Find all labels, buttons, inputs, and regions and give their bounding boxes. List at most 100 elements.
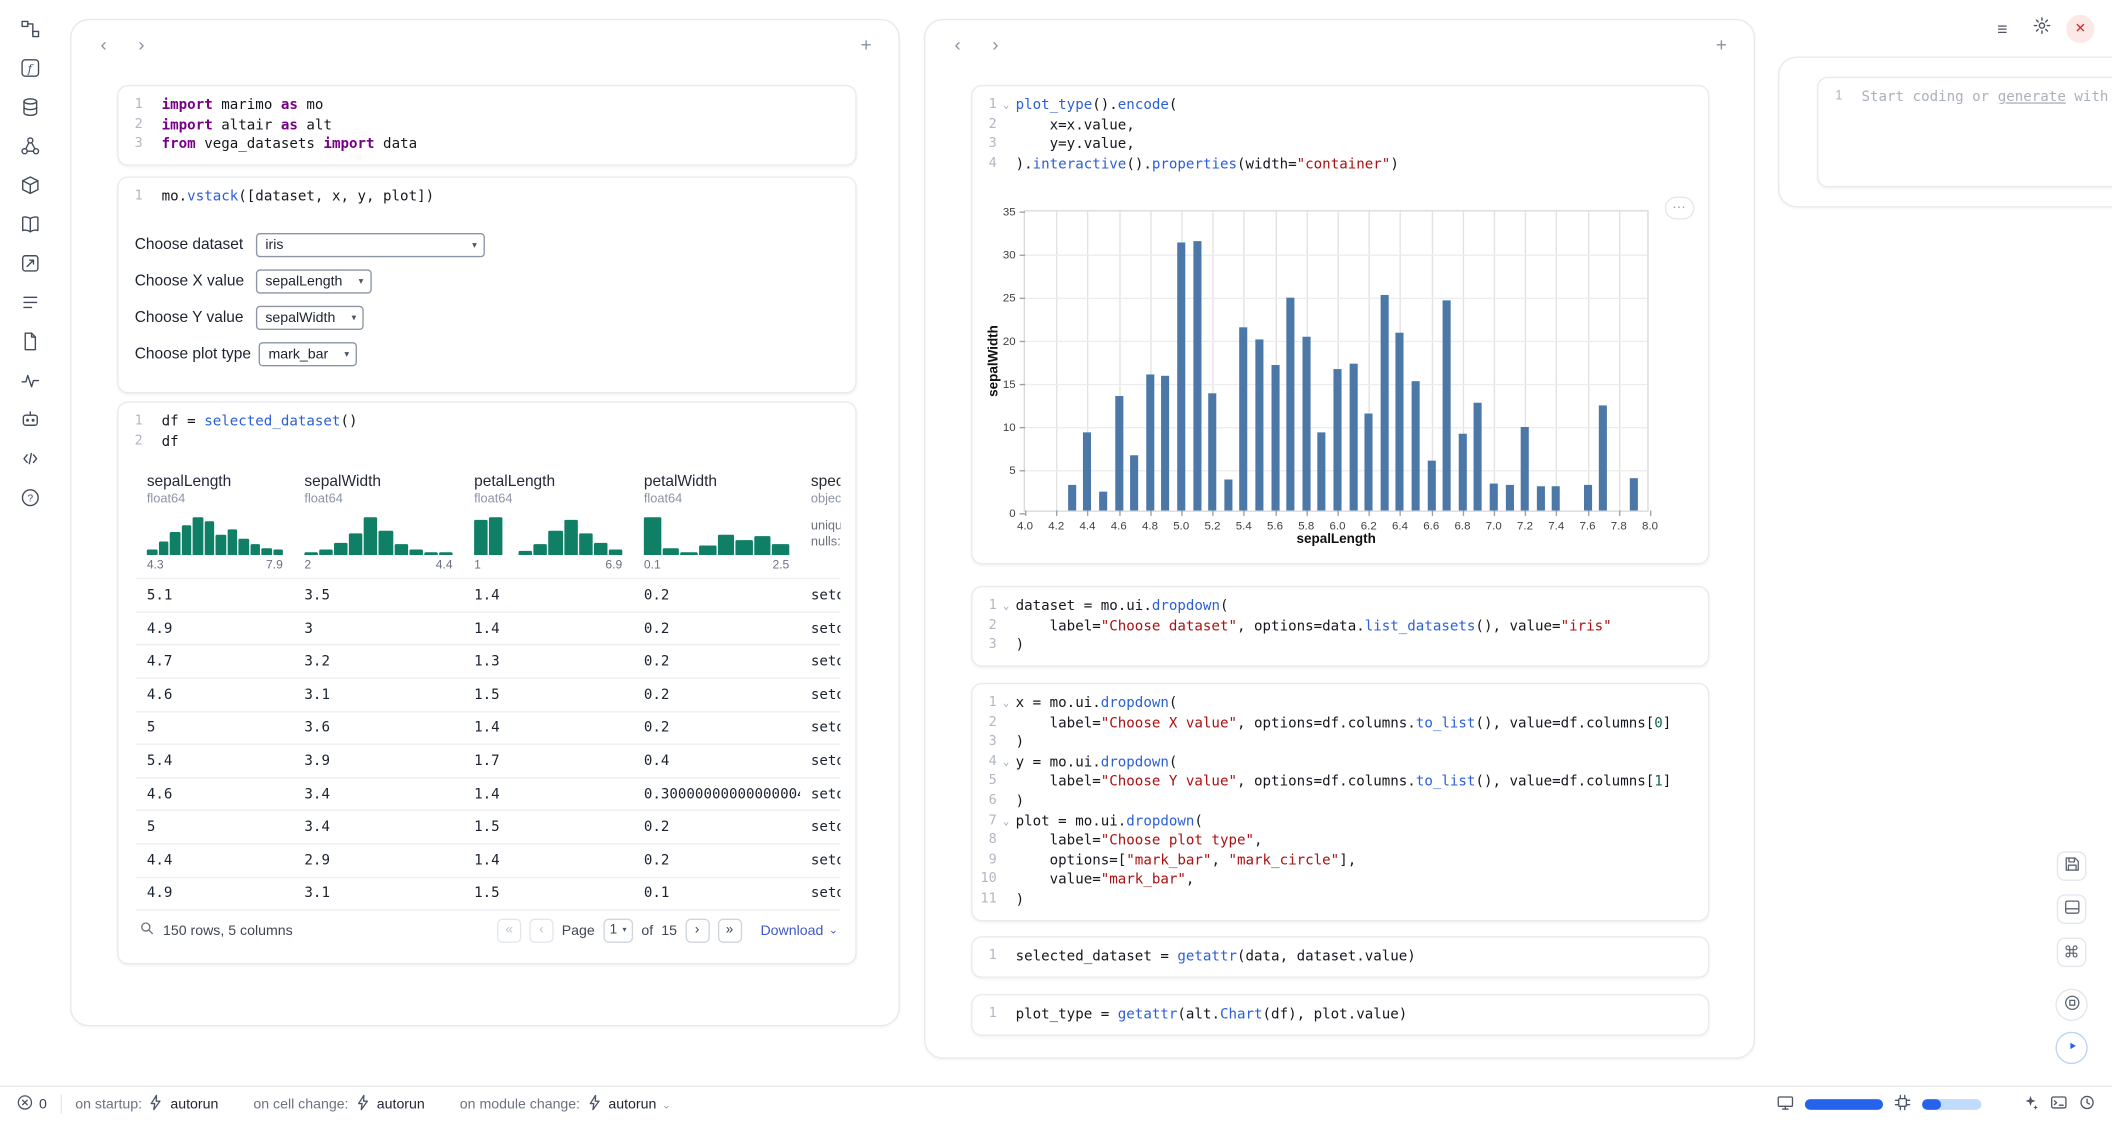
dropdown-choose-plot-type[interactable]: mark_bar▾ [259,342,357,366]
table-footer: 150 rows, 5 columns « ‹ Page 1▾ of 15 › … [136,909,840,949]
dropdown-label: Choose dataset [135,237,248,253]
chart-bar [1115,396,1123,511]
dropdown-choose-y-value[interactable]: sepalWidth▾ [256,306,364,330]
prev-page-button[interactable]: ‹ [529,918,553,942]
settings-button[interactable] [2027,15,2055,43]
first-page-button[interactable]: « [497,918,521,942]
page-select[interactable]: 1▾ [603,918,633,942]
tracing-icon[interactable] [18,368,42,392]
table-row[interactable]: 5.43.91.70.4setosa [136,744,840,777]
dependency-graph-icon[interactable] [18,133,42,157]
code-editor[interactable]: 1⌄dataset = mo.ui.dropdown(2 label="Choo… [972,587,1707,665]
notebook-menu-button[interactable]: ≡ [1988,15,2016,43]
next-page-button[interactable]: › [685,918,709,942]
chart-bar [1240,327,1248,511]
terminal-icon[interactable] [2050,1094,2068,1116]
column-header-petalWidth[interactable]: petalWidthfloat640.12.5 [633,466,800,578]
keyboard-shortcuts-button[interactable]: ⌘ [2057,937,2087,967]
chart-bar [1287,297,1295,511]
column-histogram [644,515,789,555]
code-editor[interactable]: 1import marimo as mo2import altair as al… [119,86,856,164]
column-header-species[interactable]: speciesobjectunique: 3nulls: 0 [800,466,840,578]
dropdown-label: Choose X value [135,274,248,290]
chart-bar [1427,460,1435,511]
document-icon[interactable] [18,329,42,353]
marimo-notebook: f ? ‹ › + 1import marimo as mo2import al… [0,0,2112,1122]
column-header-petalLength[interactable]: petalLengthfloat6416.9 [463,466,633,578]
code-editor[interactable]: 1⌄plot_type().encode(2 x=x.value,3 y=y.v… [972,86,1707,183]
dropdown-choose-x-value[interactable]: sepalLength▾ [256,270,371,294]
generate-with-ai-link[interactable]: generate [1998,89,2066,105]
table-row[interactable]: 4.73.21.30.2setosa [136,644,840,677]
chevron-down-icon: ▾ [622,926,626,935]
interrupt-button[interactable] [2055,989,2087,1021]
column-header-sepalWidth[interactable]: sepalWidthfloat6424.4 [294,466,464,578]
run-all-button[interactable] [2055,1032,2087,1064]
table-row[interactable]: 4.931.40.2setosa [136,611,840,644]
help-icon[interactable]: ? [18,485,42,509]
shutdown-button[interactable]: ✕ [2066,15,2094,43]
clock-icon[interactable] [2078,1094,2096,1116]
add-cell-button[interactable]: + [1708,31,1735,58]
save-button[interactable] [2057,851,2087,881]
panel-layout-button[interactable] [2057,894,2087,924]
column-right: 1 Start coding or generate with AI. [1778,57,2112,208]
snippets-icon[interactable] [18,446,42,470]
table-row[interactable]: 4.42.91.40.2setosa [136,843,840,876]
table-row[interactable]: 4.63.41.40.30000000000000004setosa [136,777,840,810]
bolt-icon [585,1094,603,1116]
chevron-down-icon: ⌄ [662,1098,671,1110]
run-mode-cell-change[interactable]: on cell change: autorun [253,1094,424,1116]
chart-bar [1583,485,1591,511]
column-next-button[interactable]: › [982,31,1009,58]
scratchpad-icon[interactable] [18,251,42,275]
add-cell-button[interactable]: + [853,31,880,58]
documentation-icon[interactable] [18,211,42,235]
table-row[interactable]: 4.93.11.50.1setosa [136,876,840,909]
last-page-button[interactable]: » [717,918,741,942]
chart-bar [1490,483,1498,511]
error-indicator[interactable]: 0 [16,1094,47,1116]
packages-icon[interactable] [18,172,42,196]
code-editor[interactable]: 1df = selected_dataset()2df [119,403,856,461]
column-prev-button[interactable]: ‹ [944,31,971,58]
code-editor[interactable]: 1selected_dataset = getattr(data, datase… [972,937,1707,976]
run-mode-module-change[interactable]: on module change: autorun ⌄ [460,1094,671,1116]
chart-bar [1302,337,1310,511]
run-mode-startup[interactable]: on startup: autorun [75,1094,218,1116]
chart-bar [1162,376,1170,511]
table-row[interactable]: 53.41.50.2setosa [136,810,840,843]
chart-bar [1083,433,1091,511]
logs-icon[interactable] [18,290,42,314]
search-icon[interactable] [139,920,155,940]
table-row[interactable]: 53.61.40.2setosa [136,711,840,744]
dropdown-choose-dataset[interactable]: iris▾ [256,233,485,257]
stop-icon [2063,994,2081,1016]
file-tree-icon[interactable] [18,16,42,40]
datasources-icon[interactable] [18,94,42,118]
download-button[interactable]: Download⌄ [760,922,837,938]
column-prev-button[interactable]: ‹ [90,31,117,58]
table-row[interactable]: 5.13.51.40.2setosa [136,578,840,611]
cell-new[interactable]: 1 Start coding or generate with AI. [1817,77,2112,187]
save-icon [2063,855,2081,877]
column-left-header: ‹ › + [71,20,898,68]
cpu-meter [1805,1099,1883,1110]
y-axis-title: sepalWidth [987,326,1002,398]
code-editor[interactable]: 1mo.vstack([dataset, x, y, plot]) [119,178,856,217]
column-header-sepalLength[interactable]: sepalLengthfloat644.37.9 [136,466,294,578]
sparkle-icon[interactable] [2022,1094,2040,1116]
variables-icon[interactable]: f [18,55,42,79]
altair-bar-chart[interactable]: sepalWidth 4.04.24.44.64.85.05.25.45.65.… [972,189,1707,550]
ai-chat-icon[interactable] [18,407,42,431]
column-middle-header: ‹ › + [925,20,1753,68]
code-editor[interactable]: 1plot_type = getattr(alt.Chart(df), plot… [972,995,1707,1034]
chart-bar [1146,374,1154,511]
table-row[interactable]: 4.63.11.50.2setosa [136,677,840,710]
column-next-button[interactable]: › [128,31,155,58]
bolt-icon [147,1094,165,1116]
code-editor[interactable]: 1⌄x = mo.ui.dropdown(2 label="Choose X v… [972,684,1707,919]
chart-bar [1521,427,1529,511]
table-header: sepalLengthfloat644.37.9sepalWidthfloat6… [136,466,840,578]
chart-bar [1255,339,1263,511]
